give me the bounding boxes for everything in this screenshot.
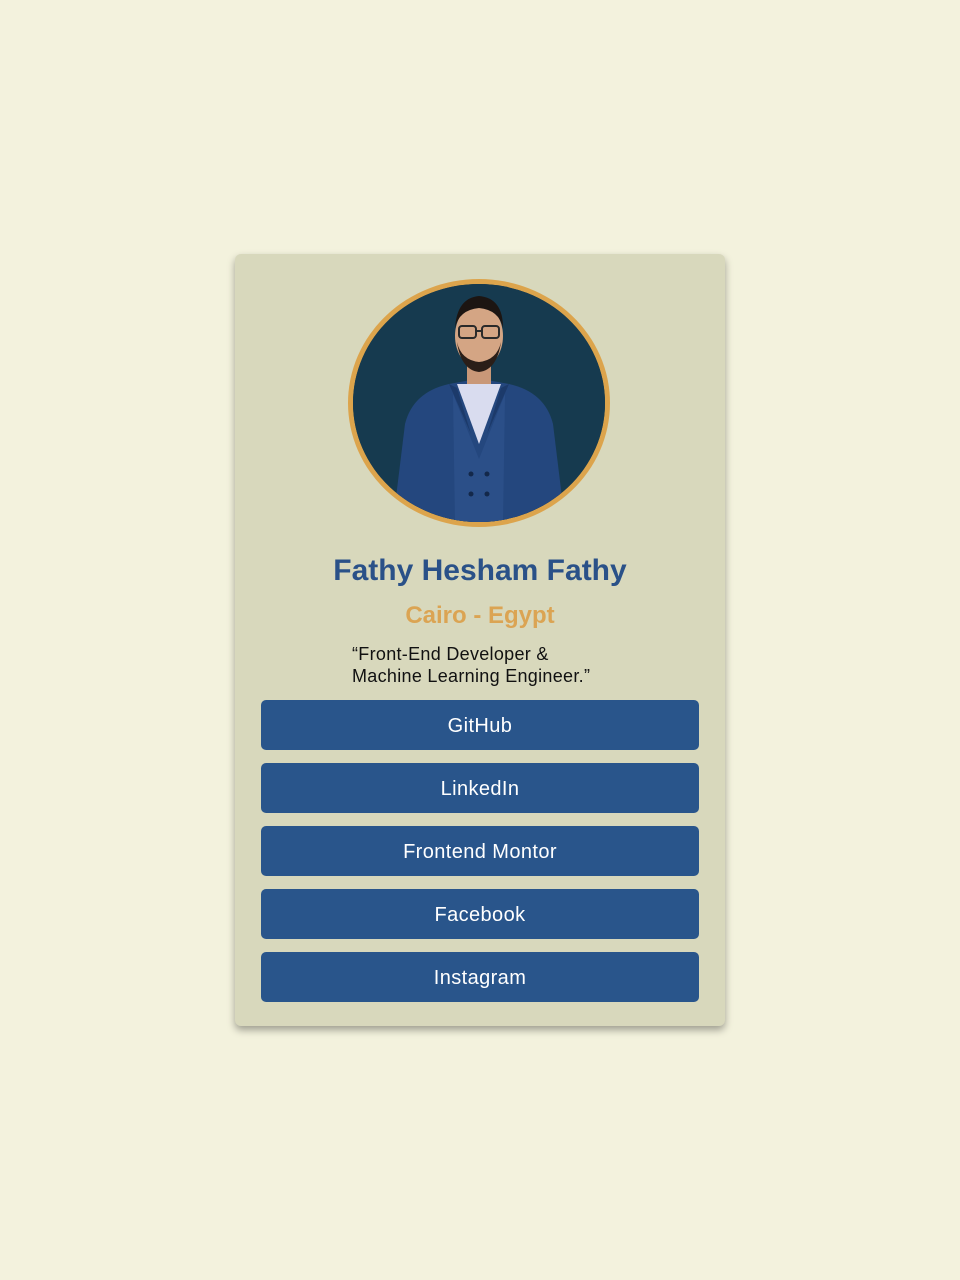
profile-name: Fathy Hesham Fathy xyxy=(333,554,627,587)
bio-line-1: “Front-End Developer & xyxy=(352,644,549,664)
profile-location: Cairo - Egypt xyxy=(405,602,555,629)
github-button[interactable]: GitHub xyxy=(261,700,699,750)
profile-card: Fathy Hesham Fathy Cairo - Egypt “Front-… xyxy=(235,254,725,1026)
social-links: GitHub LinkedIn Frontend Montor Facebook… xyxy=(261,700,699,1015)
bio-line-2: Machine Learning Engineer.” xyxy=(352,666,591,686)
linkedin-button[interactable]: LinkedIn xyxy=(261,763,699,813)
avatar-ring xyxy=(348,279,610,527)
avatar-photo-icon xyxy=(353,284,605,522)
instagram-button[interactable]: Instagram xyxy=(261,952,699,1002)
facebook-button[interactable]: Facebook xyxy=(261,889,699,939)
avatar xyxy=(353,284,605,522)
profile-bio: “Front-End Developer & Machine Learning … xyxy=(352,643,652,687)
frontend-mentor-button[interactable]: Frontend Montor xyxy=(261,826,699,876)
